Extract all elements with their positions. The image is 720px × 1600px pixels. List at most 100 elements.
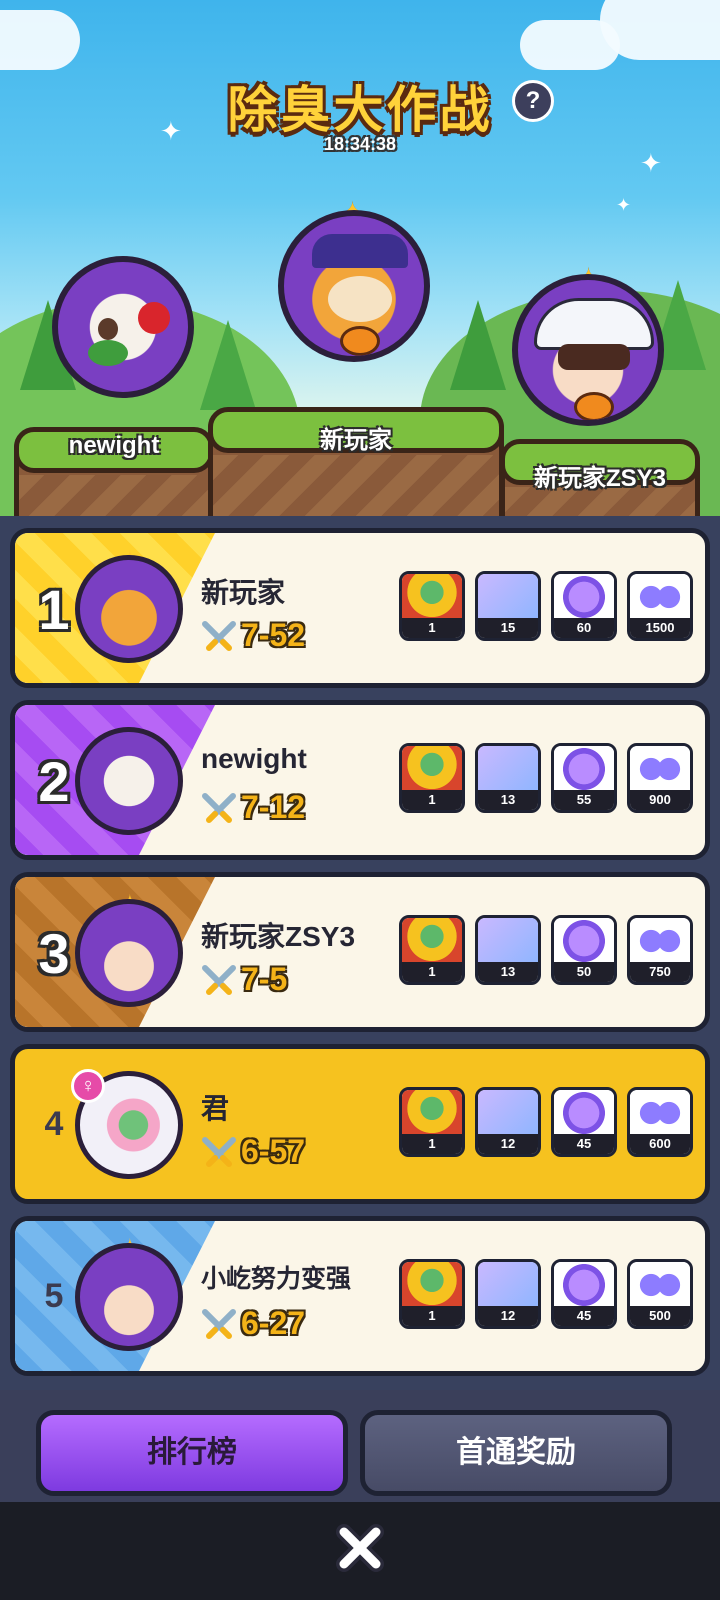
reward-item[interactable]: 1 (399, 743, 465, 813)
avatar[interactable] (75, 555, 183, 663)
capsule-icon (554, 1090, 614, 1136)
reward-item[interactable]: 60 (551, 571, 617, 641)
reward-count: 500 (630, 1306, 690, 1326)
rank-number: 5 (44, 1277, 64, 1315)
rank-number: 1 (38, 578, 70, 641)
rank-number: 4 (44, 1105, 64, 1143)
reward-item[interactable]: 12 (475, 1087, 541, 1157)
podium-name-first: 新玩家 (320, 427, 392, 454)
ranking-list[interactable]: 1 ✦ 新玩家 7-52 1 15 60 (0, 516, 720, 1390)
reward-item[interactable]: 15 (475, 571, 541, 641)
mystery-box-icon (478, 1262, 538, 1308)
sparkle-icon: ✦ (616, 195, 632, 215)
statue-reward-icon (402, 574, 462, 620)
reward-item[interactable]: 13 (475, 915, 541, 985)
mystery-box-icon (478, 1090, 538, 1136)
reward-count: 15 (478, 618, 538, 638)
crossed-swords-icon (202, 792, 236, 823)
reward-item[interactable]: 1 (399, 915, 465, 985)
player-name: 新玩家ZSY3 (201, 921, 356, 952)
reward-item[interactable]: 600 (627, 1087, 693, 1157)
podium-scene: ✦ ✦ ✦ 除臭大作战 ? 18:34:38 newight 新玩家 新玩家ZS… (0, 0, 720, 520)
ranking-row[interactable]: 5 ✦ 小屹努力变强 6-27 1 12 45 (10, 1216, 710, 1376)
reward-list: 1 15 60 1500 (399, 571, 699, 649)
statue-reward-icon (402, 1262, 462, 1308)
score-value: 7-12 (241, 789, 306, 825)
capsule-icon (554, 574, 614, 620)
reward-item[interactable]: 1500 (627, 571, 693, 641)
capsule-icon (554, 1262, 614, 1308)
reward-item[interactable]: 1 (399, 1259, 465, 1329)
ranking-row[interactable]: 2 newight 7-12 1 13 55 900 (10, 700, 710, 860)
ranking-row[interactable]: 3 ✦ 新玩家ZSY3 7-5 1 13 50 (10, 872, 710, 1032)
reward-count: 45 (554, 1306, 614, 1326)
mystery-box-icon (478, 746, 538, 792)
player-name: newight (201, 743, 307, 774)
capsule-icon (554, 918, 614, 964)
score-value: 6-27 (241, 1305, 306, 1341)
reward-count: 1 (402, 790, 462, 810)
avatar[interactable] (75, 1243, 183, 1351)
reward-item[interactable]: 1 (399, 1087, 465, 1157)
podium-name-third: 新玩家ZSY3 (533, 465, 667, 492)
rank-number: 3 (38, 922, 70, 985)
reward-count: 50 (554, 962, 614, 982)
crossed-swords-icon (202, 1136, 236, 1167)
podium-name-second: newight (68, 432, 160, 459)
crossed-swords-icon (202, 1308, 236, 1339)
tab-leaderboard[interactable]: 排行榜 (36, 1410, 348, 1496)
player-name: 君 (201, 1093, 230, 1124)
reward-item[interactable]: 1 (399, 571, 465, 641)
reward-count: 55 (554, 790, 614, 810)
score-value: 7-52 (241, 617, 306, 653)
reward-item[interactable]: 900 (627, 743, 693, 813)
ranking-row[interactable]: 1 ✦ 新玩家 7-52 1 15 60 (10, 528, 710, 688)
score-value: 6-57 (241, 1133, 306, 1169)
reward-count: 12 (478, 1134, 538, 1154)
reward-item[interactable]: 750 (627, 915, 693, 985)
reward-item[interactable]: 45 (551, 1087, 617, 1157)
reward-count: 45 (554, 1134, 614, 1154)
rank-number: 2 (38, 750, 70, 813)
reward-item[interactable]: 13 (475, 743, 541, 813)
reward-count: 1 (402, 1306, 462, 1326)
reward-item[interactable]: 500 (627, 1259, 693, 1329)
reward-count: 1 (402, 962, 462, 982)
reward-count: 12 (478, 1306, 538, 1326)
avatar[interactable] (75, 899, 183, 1007)
statue-reward-icon (402, 918, 462, 964)
star-coins-icon (630, 918, 690, 964)
avatar[interactable] (512, 274, 664, 426)
score: 6-27 (201, 1305, 305, 1344)
score: 6-57 (201, 1133, 305, 1172)
reward-item[interactable]: 12 (475, 1259, 541, 1329)
player-name: 小屹努力变强 (201, 1265, 352, 1293)
reward-item[interactable]: 50 (551, 915, 617, 985)
score: 7-5 (201, 961, 287, 1000)
reward-count: 60 (554, 618, 614, 638)
tab-bar: 排行榜 首通奖励 (0, 1390, 720, 1502)
ranking-row-self[interactable]: 4 ♀ 君 6-57 1 12 45 600 (10, 1044, 710, 1204)
mystery-box-icon (478, 574, 538, 620)
event-title: 除臭大作战 (227, 82, 493, 138)
avatar[interactable] (278, 210, 430, 362)
player-name: 新玩家 (201, 577, 286, 608)
reward-list: 1 13 55 900 (399, 743, 699, 821)
statue-reward-icon (402, 746, 462, 792)
help-button[interactable]: ? (512, 80, 554, 122)
statue-reward-icon (402, 1090, 462, 1136)
star-coins-icon (630, 1090, 690, 1136)
crossed-swords-icon (202, 620, 236, 651)
star-coins-icon (630, 574, 690, 620)
capsule-icon (554, 746, 614, 792)
reward-count: 1500 (630, 618, 690, 638)
tab-first-clear-rewards[interactable]: 首通奖励 (360, 1410, 672, 1496)
event-timer: 18:34:38 (323, 134, 397, 154)
female-gender-icon: ♀ (71, 1069, 105, 1103)
close-icon[interactable] (330, 1518, 390, 1578)
avatar[interactable] (52, 256, 194, 398)
avatar[interactable] (75, 727, 183, 835)
reward-item[interactable]: 55 (551, 743, 617, 813)
reward-item[interactable]: 45 (551, 1259, 617, 1329)
star-coins-icon (630, 1262, 690, 1308)
